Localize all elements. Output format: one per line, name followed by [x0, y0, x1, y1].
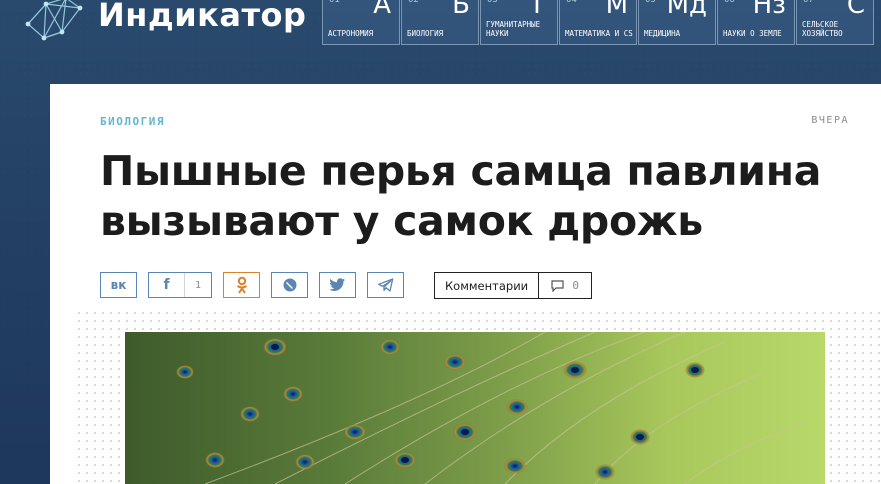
facebook-icon: f — [149, 273, 184, 297]
rubric-medicine[interactable]: 05 Мд Медицина — [638, 0, 716, 45]
rubric-number: 05 — [645, 0, 656, 5]
rubric-nav: 01 А Астрономия 02 Б Биология 03 Г Гуман… — [322, 0, 875, 46]
article-category-link[interactable]: БИОЛОГИЯ — [100, 115, 165, 128]
article-title: Пышные перья самца павлина вызывают у са… — [100, 147, 822, 245]
rubric-number: 06 — [724, 0, 735, 5]
share-telegram-button[interactable] — [367, 272, 404, 298]
share-twitter-button[interactable] — [319, 272, 356, 298]
twitter-icon — [320, 273, 355, 297]
vk-icon-glyph: вк — [110, 278, 127, 292]
rubric-symbol: Б — [452, 0, 470, 20]
rubric-symbol: Г — [533, 0, 549, 20]
rubric-number: 04 — [566, 0, 577, 5]
share-facebook-button[interactable]: f 1 — [148, 272, 212, 298]
rubric-label: Астрономия — [328, 29, 374, 38]
brand-name[interactable]: Индикатор — [98, 0, 306, 34]
telegram-icon — [368, 273, 403, 297]
rubric-number: 07 — [803, 0, 814, 5]
site-header: Индикатор 01 А Астрономия 02 Б Биология … — [0, 0, 881, 48]
rubric-biology[interactable]: 02 Б Биология — [401, 0, 479, 45]
share-odnoklassniki-button[interactable] — [223, 272, 260, 298]
rubric-symbol: А — [373, 0, 391, 20]
share-bar: вк f 1 — [100, 272, 415, 298]
rubric-label: Сельское хозяйство — [802, 20, 843, 38]
comments-label: Комментарии — [435, 273, 540, 298]
rubric-label: Математика и CS — [565, 29, 633, 38]
facebook-share-count: 1 — [184, 273, 211, 297]
rubric-label: Биология — [407, 29, 444, 38]
odnoklassniki-icon — [224, 273, 259, 297]
share-vk-button[interactable]: вк — [100, 272, 137, 298]
livejournal-icon — [272, 273, 307, 297]
comments-count: 0 — [572, 279, 579, 292]
peacock-feathers-illustration — [176, 332, 806, 484]
rubric-earth-sciences[interactable]: 06 Нз Науки о Земле — [717, 0, 795, 45]
vk-icon: вк — [101, 273, 136, 297]
rubric-symbol: Мд — [666, 0, 707, 20]
share-livejournal-button[interactable] — [271, 272, 308, 298]
logo-icon[interactable] — [22, 0, 88, 46]
comments-button[interactable]: Комментарии 0 — [434, 272, 593, 299]
rubric-math-cs[interactable]: 04 М Математика и CS — [559, 0, 637, 45]
rubric-symbol: Нз — [752, 0, 786, 20]
rubric-label: Науки о Земле — [723, 29, 782, 38]
rubric-symbol: С — [846, 0, 865, 20]
article-card: БИОЛОГИЯ ВЧЕРА Пышные перья самца павлин… — [50, 84, 881, 484]
rubric-agriculture[interactable]: 07 С Сельское хозяйство — [796, 0, 874, 45]
article-hero-image — [125, 332, 825, 484]
rubric-label: Медицина — [644, 29, 681, 38]
rubric-symbol: М — [605, 0, 628, 20]
rubric-astronomy[interactable]: 01 А Астрономия — [322, 0, 400, 45]
comments-count-box: 0 — [539, 273, 591, 298]
rubric-number: 02 — [408, 0, 419, 5]
rubric-humanities[interactable]: 03 Г Гуманитарные науки — [480, 0, 558, 45]
rubric-number: 01 — [329, 0, 340, 5]
speech-bubble-icon — [551, 279, 564, 292]
rubric-number: 03 — [487, 0, 498, 5]
rubric-label: Гуманитарные науки — [486, 20, 541, 38]
facebook-icon-glyph: f — [163, 277, 170, 293]
article-date: ВЧЕРА — [811, 115, 849, 126]
